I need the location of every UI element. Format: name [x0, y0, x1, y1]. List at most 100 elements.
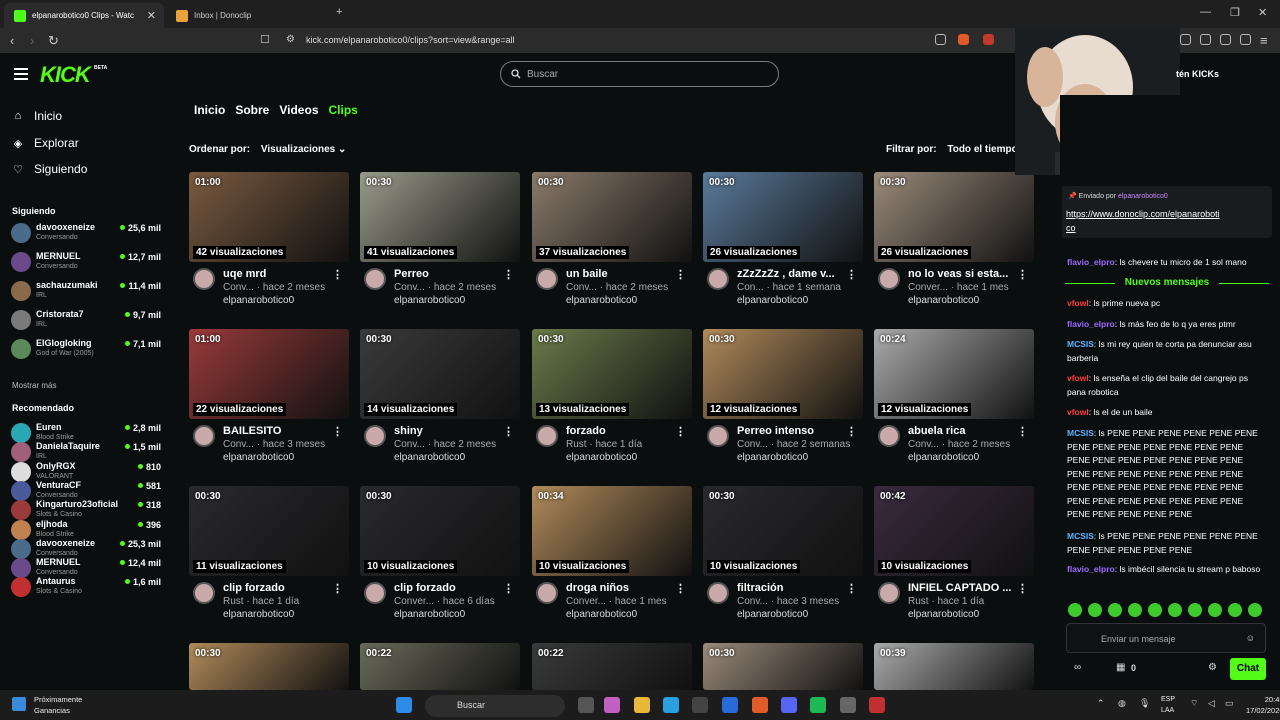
more-options-icon[interactable]: ⋮ — [503, 582, 514, 595]
chat-message-input[interactable]: Enviar un mensaje ☺ — [1066, 623, 1266, 653]
kick-logo[interactable]: KICK — [40, 62, 91, 88]
chat-username[interactable]: MCSIS — [1067, 428, 1094, 438]
clip-card[interactable]: 00:39 — [874, 643, 1034, 690]
store-icon[interactable] — [692, 697, 708, 713]
new-tab-icon[interactable]: + — [336, 6, 342, 18]
language-indicator[interactable]: ESP LAA — [1161, 694, 1175, 716]
avatar[interactable] — [707, 425, 729, 447]
avatar[interactable] — [364, 582, 386, 604]
sidebar-channel-item[interactable]: Cristorata7 IRL 9,7 mil — [11, 307, 161, 333]
clip-category[interactable]: Conver... — [908, 282, 948, 293]
site-info-icon[interactable]: ⚙ — [286, 34, 295, 45]
clip-title[interactable]: uqe mrd — [223, 268, 335, 280]
clip-channel[interactable]: elpanarobotico0 — [223, 609, 294, 620]
sidebar-channel-item[interactable]: Antaurus Slots & Casino 1,6 mil — [11, 574, 161, 600]
clip-category[interactable]: Conv... — [908, 439, 939, 450]
chat-users-icon[interactable]: ∞ — [1074, 662, 1081, 673]
clip-channel[interactable]: elpanarobotico0 — [737, 452, 808, 463]
sidebar-item-explorar[interactable]: ◈ Explorar — [12, 136, 79, 150]
avatar[interactable] — [364, 425, 386, 447]
clip-card[interactable]: 00:30 26 visualizaciones no lo veas si es… — [874, 172, 1034, 317]
chat-username[interactable]: vfowl — [1067, 298, 1089, 308]
clip-category[interactable]: Conv... — [566, 282, 597, 293]
clip-thumbnail[interactable]: 01:00 22 visualizaciones — [189, 329, 349, 419]
sidebar-channel-item[interactable]: sachauzumaki IRL 11,4 mil — [11, 278, 161, 304]
chat-username[interactable]: MCSIS — [1067, 339, 1094, 349]
clip-channel[interactable]: elpanarobotico0 — [566, 452, 637, 463]
battery-icon[interactable]: ▭ — [1225, 698, 1234, 709]
clip-channel[interactable]: elpanarobotico0 — [908, 452, 979, 463]
clip-thumbnail[interactable]: 00:30 26 visualizaciones — [703, 172, 863, 262]
sidebar-item-siguiendo[interactable]: ♡ Siguiendo — [12, 162, 87, 176]
minimize-icon[interactable]: — — [1200, 6, 1211, 18]
clip-card[interactable]: 00:30 26 visualizaciones zZzZzZz , dame v… — [703, 172, 863, 317]
clip-channel[interactable]: elpanarobotico0 — [223, 452, 294, 463]
brave-icon[interactable] — [752, 697, 768, 713]
network-icon[interactable]: ◍ — [1118, 698, 1126, 709]
app-icon[interactable] — [869, 697, 885, 713]
browser-tab[interactable]: Inbox | Donoclip — [166, 3, 330, 28]
clip-thumbnail[interactable]: 00:30 — [703, 643, 863, 690]
clip-category[interactable]: Conver... — [566, 596, 606, 607]
clip-thumbnail[interactable]: 00:24 12 visualizaciones — [874, 329, 1034, 419]
clip-thumbnail[interactable]: 00:30 11 visualizaciones — [189, 486, 349, 576]
sidebar-item-inicio[interactable]: ⌂ Inicio — [12, 109, 62, 123]
more-options-icon[interactable]: ⋮ — [846, 582, 857, 595]
clip-title[interactable]: un baile — [566, 268, 678, 280]
avatar[interactable] — [878, 425, 900, 447]
weather-widget[interactable]: Próximamente Ganancias — [34, 694, 82, 716]
task-view-icon[interactable] — [578, 697, 594, 713]
emote-icon[interactable] — [1248, 603, 1262, 617]
more-options-icon[interactable]: ⋮ — [1017, 425, 1028, 438]
clip-card[interactable]: 00:30 13 visualizaciones forzado ⋮ Rust ·… — [532, 329, 692, 474]
chat-username[interactable]: MCSIS — [1067, 531, 1094, 541]
app-icon[interactable] — [840, 697, 856, 713]
clip-title[interactable]: no lo veas si esta... — [908, 268, 1020, 280]
clip-card[interactable]: 00:30 12 visualizaciones Perreo intenso ⋮… — [703, 329, 863, 474]
emote-icon[interactable] — [1228, 603, 1242, 617]
vpn-icon[interactable] — [1240, 34, 1251, 45]
avatar[interactable] — [193, 582, 215, 604]
bookmark-icon[interactable]: ☐ — [260, 33, 270, 46]
clip-category[interactable]: Conv... — [394, 439, 425, 450]
clip-title[interactable]: BAILESITO — [223, 425, 335, 437]
file-explorer-icon[interactable] — [634, 697, 650, 713]
clip-thumbnail[interactable]: 00:22 — [360, 643, 520, 690]
clip-card[interactable]: 00:34 10 visualizaciones droga niños ⋮ Co… — [532, 486, 692, 631]
clip-channel[interactable]: elpanarobotico0 — [737, 295, 808, 306]
chat-username[interactable]: flavio_elpro — [1067, 257, 1115, 267]
maximize-icon[interactable]: ❐ — [1230, 6, 1240, 19]
avatar[interactable] — [707, 268, 729, 290]
clip-channel[interactable]: elpanarobotico0 — [394, 609, 465, 620]
clip-card[interactable]: 00:24 12 visualizaciones abuela rica ⋮ Co… — [874, 329, 1034, 474]
clip-channel[interactable]: elpanarobotico0 — [908, 609, 979, 620]
clip-card[interactable]: 00:22 — [360, 643, 520, 690]
clip-title[interactable]: forzado — [566, 425, 678, 437]
kicks-button[interactable]: tén KICKs — [1176, 69, 1219, 79]
clip-card[interactable]: 00:42 10 visualizaciones INFIEL CAPTADO .… — [874, 486, 1034, 631]
clip-channel[interactable]: elpanarobotico0 — [394, 452, 465, 463]
clip-title[interactable]: clip forzado — [394, 582, 506, 594]
clip-category[interactable]: Conver... — [394, 596, 434, 607]
clip-thumbnail[interactable]: 00:30 12 visualizaciones — [703, 329, 863, 419]
clip-category[interactable]: Conv... — [737, 596, 768, 607]
wallet-icon[interactable] — [1200, 34, 1211, 45]
more-options-icon[interactable]: ⋮ — [332, 268, 343, 281]
clip-thumbnail[interactable]: 00:30 10 visualizaciones — [703, 486, 863, 576]
tab-inicio[interactable]: Inicio — [194, 103, 225, 117]
clip-channel[interactable]: elpanarobotico0 — [566, 295, 637, 306]
sort-dropdown[interactable]: Visualizaciones ⌄ — [261, 144, 346, 155]
copilot-icon[interactable] — [604, 697, 620, 713]
chat-username[interactable]: vfowl — [1067, 373, 1089, 383]
volume-icon[interactable]: ◁ — [1208, 698, 1215, 709]
clip-category[interactable]: Conv... — [223, 439, 254, 450]
clip-channel[interactable]: elpanarobotico0 — [566, 609, 637, 620]
clip-thumbnail[interactable]: 00:30 13 visualizaciones — [532, 329, 692, 419]
clip-card[interactable]: 00:30 10 visualizaciones clip forzado ⋮ C… — [360, 486, 520, 631]
clip-category[interactable]: Conv... — [394, 282, 425, 293]
share-icon[interactable] — [935, 34, 946, 45]
start-icon[interactable] — [396, 697, 412, 713]
emote-icon[interactable] — [1208, 603, 1222, 617]
more-options-icon[interactable]: ⋮ — [675, 268, 686, 281]
clip-title[interactable]: zZzZzZz , dame v... — [737, 268, 849, 280]
